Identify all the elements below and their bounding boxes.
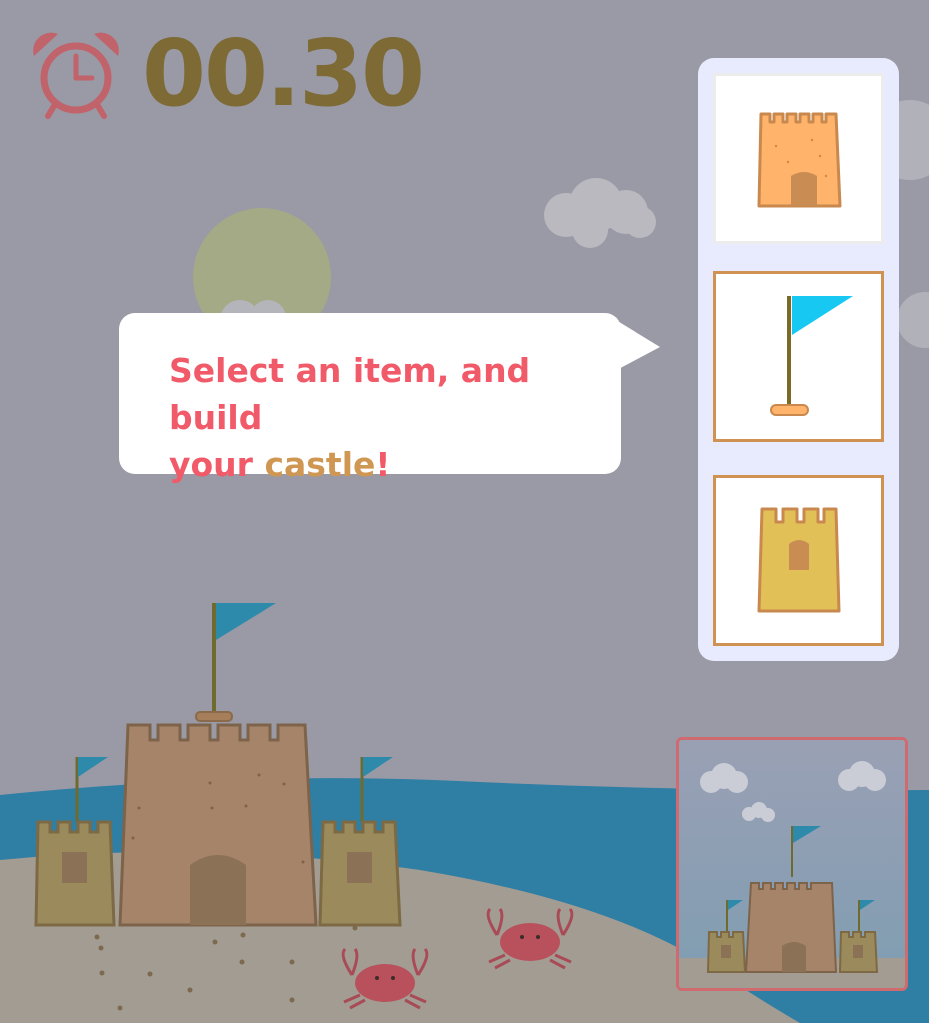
- bubble-tail: [611, 317, 660, 373]
- palette-item-turret[interactable]: [713, 475, 884, 646]
- timer: 00.30: [30, 20, 425, 127]
- instruction-line2c: !: [375, 445, 391, 484]
- preview-scene: [679, 740, 905, 988]
- instruction-line1: Select an item, and build: [169, 351, 531, 437]
- flag-icon: [770, 296, 853, 416]
- item-palette: [698, 58, 899, 661]
- preview-thumbnail[interactable]: [676, 737, 908, 991]
- instruction-bubble: Select an item, and build your castle!: [119, 313, 621, 484]
- sand-tower-icon: [757, 112, 842, 208]
- small-tower-icon: [757, 507, 841, 613]
- instruction-text: Select an item, and build your castle!: [169, 347, 621, 488]
- palette-item-castle-tower[interactable]: [713, 73, 884, 244]
- palette-item-flag[interactable]: [713, 271, 884, 442]
- instruction-castle-word: castle: [264, 445, 376, 484]
- instruction-line2a: your: [169, 445, 265, 484]
- game-stage[interactable]: 00.30 Select an item, and build your cas…: [0, 0, 929, 1023]
- timer-value: 00.30: [142, 20, 425, 127]
- alarm-clock-icon: [33, 32, 119, 119]
